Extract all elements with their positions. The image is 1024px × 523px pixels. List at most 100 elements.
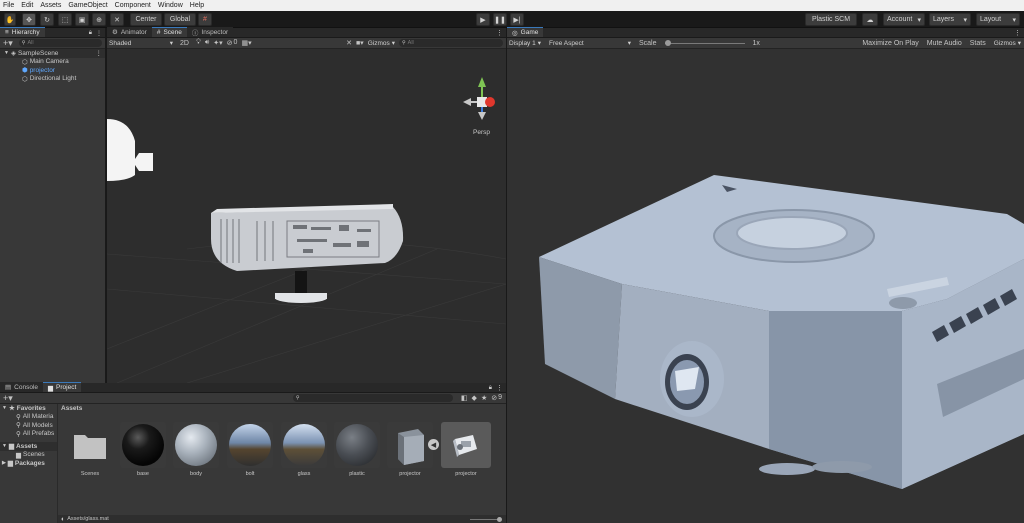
menu-gameobject[interactable]: GameObject xyxy=(68,2,107,9)
menu-window[interactable]: Window xyxy=(158,2,183,9)
plastic-scm-button[interactable]: Plastic SCM xyxy=(805,13,857,26)
asset-item[interactable]: body xyxy=(173,422,219,477)
layout-dropdown[interactable]: Layout ▾ xyxy=(976,13,1020,26)
icon-size-slider[interactable] xyxy=(470,516,502,522)
play-button[interactable]: ▶ xyxy=(476,13,490,26)
more-menu-icon[interactable]: ⋮ xyxy=(96,30,102,37)
shading-mode-dropdown[interactable]: Shaded ▾ xyxy=(109,39,173,48)
assets-tree-row[interactable]: ▼ ▆ Assets xyxy=(0,442,57,451)
menu-component[interactable]: Component xyxy=(115,2,151,9)
pivot-mode-button[interactable]: Center xyxy=(130,13,162,26)
hierarchy-search-input[interactable]: ⚲ All xyxy=(18,39,102,47)
hierarchy-item-selected[interactable]: ⬢ projector xyxy=(0,66,105,75)
tab-hierarchy[interactable]: ≡ Hierarchy xyxy=(0,27,45,37)
asset-item[interactable]: glass xyxy=(281,422,327,477)
favorite-item[interactable]: ⚲ All Models xyxy=(0,421,57,430)
lock-icon[interactable]: 🔒︎ xyxy=(89,30,92,37)
game-gizmos-dropdown[interactable]: Gizmos ▾ xyxy=(994,39,1021,48)
mute-audio-toggle[interactable]: Mute Audio xyxy=(927,40,962,47)
menu-help[interactable]: Help xyxy=(190,2,204,9)
create-button[interactable]: +▾ xyxy=(3,393,13,404)
persp-label[interactable]: Persp xyxy=(473,129,490,136)
more-menu-icon[interactable]: ⋮ xyxy=(496,384,503,392)
gizmos-dropdown[interactable]: Gizmos ▾ xyxy=(368,39,395,48)
move-tool-button[interactable]: ✥ xyxy=(22,13,36,26)
scene-viewport[interactable]: Persp xyxy=(107,49,506,383)
asset-item[interactable]: base xyxy=(120,422,166,477)
grid-toggle-icon[interactable]: ▦▾ xyxy=(241,39,251,47)
scale-slider[interactable] xyxy=(664,39,745,47)
menu-assets[interactable]: Assets xyxy=(40,2,61,9)
menu-edit[interactable]: Edit xyxy=(21,2,33,9)
scene-more-icon[interactable]: ⋮ xyxy=(96,49,103,57)
asset-item[interactable]: plastic xyxy=(334,422,380,477)
pause-button[interactable]: ❚❚ xyxy=(493,13,507,26)
slider-thumb[interactable] xyxy=(497,516,502,522)
cloud-button[interactable]: ☁ xyxy=(862,13,878,26)
tab-game[interactable]: ◎ Game xyxy=(507,27,544,37)
lock-icon[interactable]: 🔒︎ xyxy=(489,385,492,392)
scenes-tree-label: Scenes xyxy=(23,451,45,459)
audio-icon[interactable]: 🔊︎ xyxy=(205,39,209,47)
scenes-tree-row[interactable]: ▆ Scenes xyxy=(0,451,57,460)
favorite-item[interactable]: ⚲ All Materia xyxy=(0,413,57,422)
camera-icon[interactable]: ■▾ xyxy=(356,39,364,47)
create-button[interactable]: +▾ xyxy=(3,38,13,49)
hidden-packages-toggle[interactable]: ⊘ 9 xyxy=(491,394,502,402)
tab-project[interactable]: ▆ Project xyxy=(43,382,82,392)
search-by-label-icon[interactable]: ◆ xyxy=(472,394,477,402)
asset-label: body xyxy=(190,471,202,477)
project-search-input[interactable]: ⚲ xyxy=(292,394,453,402)
maximize-on-play-toggle[interactable]: Maximize On Play xyxy=(862,40,918,47)
aspect-dropdown[interactable]: Free Aspect ▾ xyxy=(549,39,631,48)
selected-asset-path: Assets/glass.mat xyxy=(67,516,109,522)
search-by-type-icon[interactable]: ◧ xyxy=(461,394,468,402)
favorites-row[interactable]: ▼ ★ Favorites xyxy=(0,404,57,413)
hidden-objects-toggle[interactable]: ⊘ 0 xyxy=(227,39,238,47)
lighting-icon[interactable]: 💡︎ xyxy=(196,39,201,47)
favorite-item[interactable]: ⚲ All Prefabs xyxy=(0,430,57,439)
scene-row[interactable]: ▼ ◈ SampleScene ⋮ xyxy=(0,49,105,58)
chevron-down-icon: ▾ xyxy=(917,16,921,24)
account-dropdown[interactable]: Account ▾ xyxy=(883,13,925,26)
expand-model-button[interactable]: ◀ xyxy=(428,439,439,450)
effects-icon[interactable]: ✦▾ xyxy=(213,39,222,47)
asset-label: projector xyxy=(455,471,477,477)
grid-snap-button[interactable]: # xyxy=(198,13,212,26)
asset-item[interactable]: bolt xyxy=(227,422,273,477)
asset-item[interactable]: Scenes xyxy=(67,422,113,477)
breadcrumb[interactable]: Assets xyxy=(61,405,82,412)
tools-icon[interactable]: ✕ xyxy=(346,39,352,47)
hand-tool-button[interactable]: ✋ xyxy=(4,13,16,26)
display-dropdown[interactable]: Display 1 ▾ xyxy=(509,39,541,48)
tab-inspector[interactable]: ⓘ Inspector xyxy=(186,27,234,37)
scale-tool-button[interactable]: ⬚ xyxy=(58,13,72,26)
favorite-star-icon[interactable]: ★ xyxy=(481,394,487,402)
transform-tool-button[interactable]: ⊕ xyxy=(92,13,106,26)
project-tabs: ▤ Console ▆ Project 🔒︎ ⋮ xyxy=(0,382,506,393)
scene-panel: ⚙ Animator # Scene ⓘ Inspector ⋮ Shaded ▾ 2D… xyxy=(107,27,506,383)
stats-toggle[interactable]: Stats xyxy=(970,40,986,47)
packages-tree-row[interactable]: ▶ ▆ Packages xyxy=(0,459,57,468)
tab-console[interactable]: ▤ Console xyxy=(0,382,44,392)
toggle-2d-button[interactable]: 2D xyxy=(177,40,192,47)
more-menu-icon[interactable]: ⋮ xyxy=(496,29,503,37)
rotate-tool-button[interactable]: ↻ xyxy=(40,13,54,26)
step-button[interactable]: ▶| xyxy=(510,13,524,26)
asset-item[interactable]: projector xyxy=(441,422,491,477)
tab-animator[interactable]: ⚙ Animator xyxy=(107,27,152,37)
slider-thumb[interactable] xyxy=(664,40,671,46)
hierarchy-item[interactable]: ⬡ Directional Light xyxy=(0,75,105,84)
tab-scene[interactable]: # Scene xyxy=(151,27,187,37)
info-icon: ⓘ xyxy=(191,30,199,37)
game-viewport[interactable] xyxy=(507,49,1024,523)
hierarchy-item[interactable]: ⬡ Main Camera xyxy=(0,58,105,67)
more-menu-icon[interactable]: ⋮ xyxy=(1014,29,1021,37)
rect-tool-button[interactable]: ▣ xyxy=(75,13,89,26)
layers-dropdown[interactable]: Layers ▾ xyxy=(929,13,971,26)
asset-item[interactable]: projector xyxy=(387,422,433,477)
menu-file[interactable]: File xyxy=(3,2,14,9)
scene-search-input[interactable]: ⚲ All xyxy=(399,39,503,47)
custom-tool-button[interactable]: ✕ xyxy=(110,13,124,26)
pivot-space-button[interactable]: Global xyxy=(164,13,196,26)
